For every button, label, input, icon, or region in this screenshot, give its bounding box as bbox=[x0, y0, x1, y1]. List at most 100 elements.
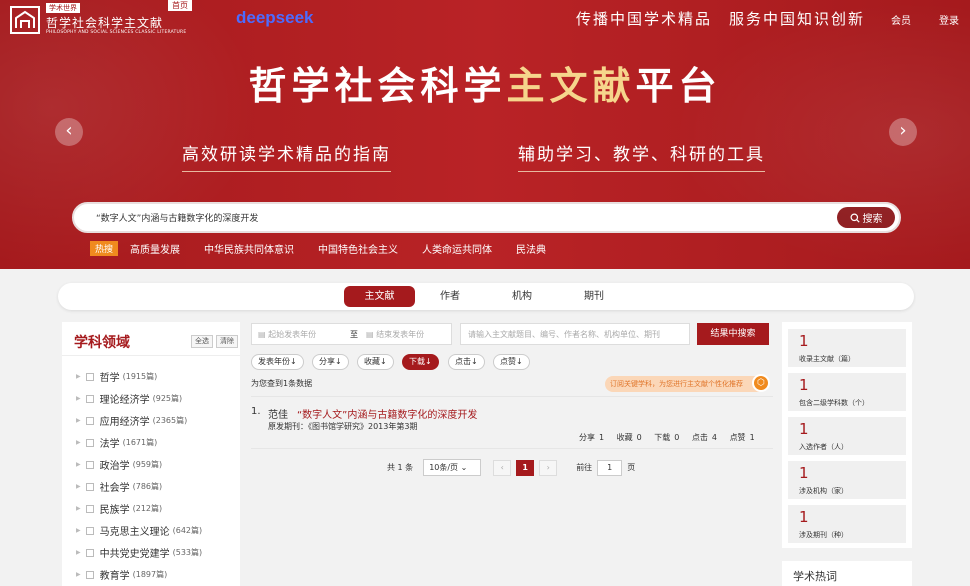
tab-institution[interactable]: 机构 bbox=[504, 286, 540, 307]
stat-card-number: 1 bbox=[799, 332, 809, 350]
subject-item[interactable]: ▶ 政治学 (959篇) bbox=[76, 457, 162, 472]
subject-count: (1897篇) bbox=[132, 570, 168, 579]
result-stats: 分享 1 收藏 0 下载 0 点击 4 点赞 1 bbox=[579, 432, 759, 443]
subject-count: (959篇) bbox=[132, 460, 163, 469]
stats-panel: 1 收录主文献（篇） 1 包含二级学科数（个） 1 入选作者（人） 1 涉及机构（家） … bbox=[782, 322, 912, 548]
stat-card: 1 收录主文献（篇） bbox=[788, 329, 906, 367]
sort-click-button[interactable]: 点击↓ bbox=[448, 354, 485, 370]
subject-checkbox[interactable] bbox=[85, 526, 94, 535]
hot-search-item[interactable]: 中国特色社会主义 bbox=[318, 241, 398, 256]
sort-like-button[interactable]: 点赞↓ bbox=[493, 354, 530, 370]
hot-words-panel: 学术热词 bbox=[782, 561, 912, 586]
calendar-icon: ▤ bbox=[258, 330, 269, 339]
subject-checkbox[interactable] bbox=[85, 438, 94, 447]
stat-card-number: 1 bbox=[799, 508, 809, 526]
subject-item[interactable]: ▶ 社会学 (786篇) bbox=[76, 479, 162, 494]
subject-item[interactable]: ▶ 法学 (1671篇) bbox=[76, 435, 157, 450]
home-link[interactable]: 首页 bbox=[168, 0, 192, 11]
stat-card-number: 1 bbox=[799, 376, 809, 394]
subject-checkbox[interactable] bbox=[85, 416, 94, 425]
result-title[interactable]: “数字人文”内涵与古籍数字化的深度开发 bbox=[297, 406, 477, 421]
sort-share-button[interactable]: 分享↓ bbox=[312, 354, 349, 370]
chevron-down-icon: ⌄ bbox=[460, 463, 468, 472]
subject-checkbox[interactable] bbox=[85, 482, 94, 491]
subject-item[interactable]: ▶ 理论经济学 (925篇) bbox=[76, 391, 182, 406]
carousel-prev-button[interactable]: ‹ bbox=[55, 118, 83, 146]
subject-item[interactable]: ▶ 马克思主义理论 (642篇) bbox=[76, 523, 202, 538]
subject-item[interactable]: ▶ 应用经济学 (2365篇) bbox=[76, 413, 187, 428]
subject-checkbox[interactable] bbox=[85, 460, 94, 469]
search-in-results-button[interactable]: 结果中搜索 bbox=[697, 323, 769, 345]
subject-name: 哲学 bbox=[99, 373, 120, 384]
caret-right-icon[interactable]: ▶ bbox=[76, 505, 81, 512]
caret-right-icon[interactable]: ▶ bbox=[76, 461, 81, 468]
page-unit: 页 bbox=[627, 463, 636, 472]
caret-right-icon[interactable]: ▶ bbox=[76, 395, 81, 402]
caret-right-icon[interactable]: ▶ bbox=[76, 417, 81, 424]
clear-button[interactable]: 清除 bbox=[216, 335, 238, 348]
caret-right-icon[interactable]: ▶ bbox=[76, 549, 81, 556]
logo-title[interactable]: 哲学社会科学主文献 bbox=[46, 14, 163, 31]
subscribe-notice[interactable]: 订阅关键学科，为您进行主文献个性化推荐 bbox=[605, 376, 767, 392]
caret-right-icon[interactable]: ▶ bbox=[76, 439, 81, 446]
start-year-input[interactable]: ▤ 起始发表年份 bbox=[258, 329, 316, 340]
sort-download-button[interactable]: 下载↓ bbox=[402, 354, 439, 370]
subject-name: 法学 bbox=[99, 439, 120, 450]
search-button-label: 搜索 bbox=[862, 214, 883, 225]
caret-right-icon[interactable]: ▶ bbox=[76, 373, 81, 380]
divider bbox=[62, 355, 240, 356]
subject-name: 应用经济学 bbox=[99, 417, 150, 428]
subject-checkbox[interactable] bbox=[85, 372, 94, 381]
logo-icon[interactable] bbox=[10, 6, 40, 34]
next-page-button[interactable]: › bbox=[539, 459, 558, 476]
subject-count: (786篇) bbox=[132, 482, 163, 491]
tab-author[interactable]: 作者 bbox=[432, 286, 468, 307]
result-author[interactable]: 范佳 bbox=[268, 406, 288, 421]
select-all-button[interactable]: 全选 bbox=[191, 335, 213, 348]
subject-item[interactable]: ▶ 民族学 (212篇) bbox=[76, 501, 162, 516]
keyword-input[interactable]: 请输入主文献题目、编号、作者名称、机构单位、期刊 bbox=[460, 323, 690, 345]
hero-title-b: 主文献 bbox=[506, 64, 636, 108]
subject-checkbox[interactable] bbox=[85, 504, 94, 513]
tab-journal[interactable]: 期刊 bbox=[576, 286, 612, 307]
page-size-value: 10条/页 bbox=[429, 463, 459, 472]
search-input[interactable] bbox=[96, 212, 796, 222]
stat-card-label: 涉及机构（家） bbox=[799, 487, 848, 495]
tab-literature[interactable]: 主文献 bbox=[344, 286, 415, 307]
caret-right-icon[interactable]: ▶ bbox=[76, 483, 81, 490]
carousel-next-button[interactable]: › bbox=[889, 118, 917, 146]
member-link[interactable]: 会员 bbox=[891, 12, 911, 27]
deepseek-logo[interactable]: deepseek bbox=[236, 8, 314, 28]
subject-count: (1915篇) bbox=[122, 372, 158, 381]
goto-page-input[interactable]: 1 bbox=[597, 459, 623, 476]
slogan: 传播中国学术精品 服务中国知识创新 bbox=[576, 10, 866, 28]
page-1-button[interactable]: 1 bbox=[516, 459, 535, 476]
stat-card: 1 入选作者（人） bbox=[788, 417, 906, 455]
stat-card: 1 涉及期刊（种） bbox=[788, 505, 906, 543]
page-size-select[interactable]: 10条/页 ⌄ bbox=[423, 459, 482, 476]
subject-item[interactable]: ▶ 教育学 (1897篇) bbox=[76, 567, 167, 582]
subject-checkbox[interactable] bbox=[85, 548, 94, 557]
stat-card-number: 1 bbox=[799, 464, 809, 482]
subject-checkbox[interactable] bbox=[85, 570, 94, 579]
login-link[interactable]: 登录 bbox=[939, 12, 959, 27]
subject-item[interactable]: ▶ 哲学 (1915篇) bbox=[76, 369, 157, 384]
hot-search-item[interactable]: 中华民族共同体意识 bbox=[204, 241, 294, 256]
subject-item[interactable]: ▶ 中共党史党建学 (533篇) bbox=[76, 545, 202, 560]
sort-favorite-button[interactable]: 收藏↓ bbox=[357, 354, 394, 370]
sort-year-button[interactable]: 发表年份↓ bbox=[251, 354, 304, 370]
hot-search-item[interactable]: 民法典 bbox=[516, 241, 546, 256]
caret-right-icon[interactable]: ▶ bbox=[76, 527, 81, 534]
hot-search-item[interactable]: 人类命运共同体 bbox=[422, 241, 492, 256]
hot-search-item[interactable]: 高质量发展 bbox=[130, 241, 180, 256]
subject-panel: 学科领域 全选 清除 ▶ 哲学 (1915篇) ▶ 理论经济学 (925篇) ▶ 应用经济… bbox=[62, 322, 240, 586]
divider bbox=[251, 396, 773, 397]
end-year-input[interactable]: ▤ 结束发表年份 bbox=[366, 329, 424, 340]
cube-icon[interactable]: ⬡ bbox=[752, 374, 770, 392]
prev-page-button[interactable]: ‹ bbox=[493, 459, 512, 476]
search-button[interactable]: 搜索 bbox=[837, 207, 895, 228]
stat-card-label: 包含二级学科数（个） bbox=[799, 399, 869, 407]
caret-right-icon[interactable]: ▶ bbox=[76, 571, 81, 578]
subject-checkbox[interactable] bbox=[85, 394, 94, 403]
stat-card: 1 包含二级学科数（个） bbox=[788, 373, 906, 411]
